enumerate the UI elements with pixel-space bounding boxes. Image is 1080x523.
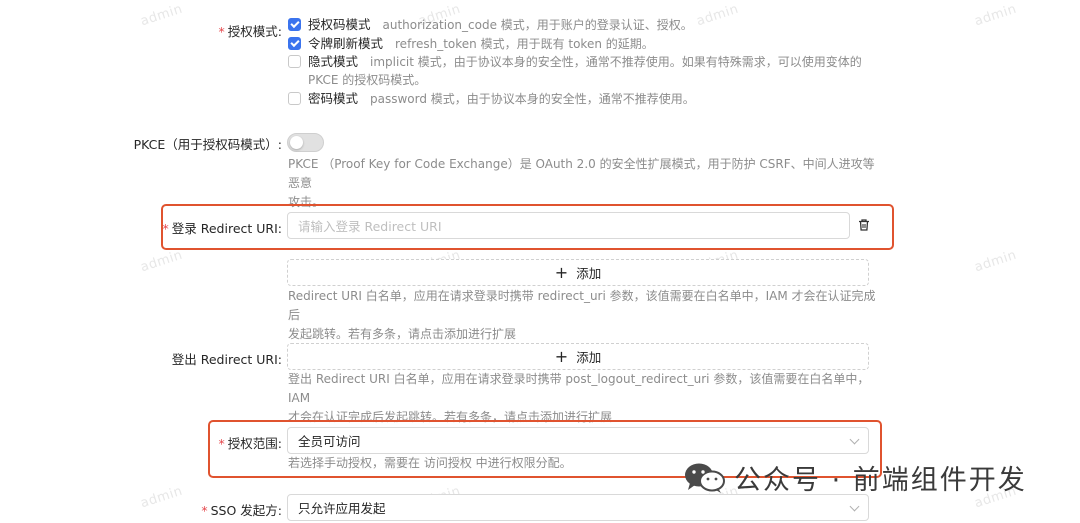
scope-help: 若选择手动授权，需要在 访问授权 中进行权限分配。: [288, 456, 572, 470]
login-redirect-label-text: 登录 Redirect URI:: [171, 221, 282, 236]
required-mark: *: [162, 221, 169, 236]
option-desc: authorization_code 模式，用于账户的登录认证、授权。: [382, 18, 693, 32]
option-desc: refresh_token 模式，用于既有 token 的延期。: [395, 37, 654, 51]
required-mark: *: [218, 24, 225, 39]
chevron-down-icon: [849, 501, 860, 512]
scope-label: * 授权范围:: [219, 433, 282, 452]
watermark: admin: [138, 247, 185, 276]
login-redirect-placeholder: 请输入登录 Redirect URI: [298, 219, 442, 234]
add-label: 添加: [576, 266, 602, 281]
pkce-toggle[interactable]: [287, 133, 324, 152]
trash-icon[interactable]: [857, 218, 871, 232]
implicit-desc-continued: PKCE 的授权码模式。: [308, 73, 427, 87]
pkce-help-line1: PKCE （Proof Key for Code Exchange）是 OAut…: [288, 157, 875, 190]
brand-text: 公众号 · 前端组件开发: [734, 465, 1027, 496]
option-desc: password 模式，由于协议本身的安全性，通常不推荐使用。: [370, 92, 695, 106]
pkce-label: PKCE（用于授权码模式）:: [133, 137, 282, 152]
watermark: admin: [972, 247, 1019, 276]
required-mark: *: [218, 436, 225, 451]
login-redirect-help-line1: Redirect URI 白名单，应用在请求登录时携带 redirect_uri…: [288, 289, 876, 322]
logout-redirect-help: 登出 Redirect URI 白名单，应用在请求登录时携带 post_logo…: [288, 370, 878, 427]
login-redirect-help-line2: 发起跳转。若有多条，请点击添加进行扩展: [288, 327, 517, 341]
grant-mode-label: * 授权模式:: [218, 24, 282, 39]
watermark: admin: [694, 1, 741, 30]
login-redirect-label: * 登录 Redirect URI:: [163, 218, 282, 237]
logout-redirect-help-line1: 登出 Redirect URI 白名单，应用在请求登录时携带 post_logo…: [288, 372, 870, 405]
option-name: 授权码模式: [308, 17, 371, 32]
grant-option-refresh-token[interactable]: 令牌刷新模式 refresh_token 模式，用于既有 token 的延期。: [288, 35, 654, 53]
option-desc: implicit 模式，由于协议本身的安全性，通常不推荐使用。如果有特殊需求，可…: [370, 55, 862, 69]
chevron-down-icon: [849, 434, 860, 445]
option-name: 隐式模式: [308, 54, 359, 69]
grant-option-authorization-code[interactable]: 授权码模式 authorization_code 模式，用于账户的登录认证、授权…: [288, 16, 693, 34]
plus-icon: +: [554, 346, 569, 366]
add-label: 添加: [576, 350, 602, 365]
sso-label: * SSO 发起方:: [201, 500, 282, 519]
grant-option-implicit[interactable]: 隐式模式 implicit 模式，由于协议本身的安全性，通常不推荐使用。如果有特…: [288, 53, 862, 71]
logout-redirect-add-button[interactable]: + 添加: [287, 343, 869, 370]
watermark: admin: [138, 1, 185, 30]
login-redirect-input[interactable]: 请输入登录 Redirect URI: [287, 212, 850, 239]
checkbox-checked[interactable]: [288, 18, 301, 31]
checkbox-unchecked[interactable]: [288, 92, 301, 105]
login-redirect-add-button[interactable]: + 添加: [287, 259, 869, 286]
watermark: admin: [972, 1, 1019, 30]
login-redirect-help: Redirect URI 白名单，应用在请求登录时携带 redirect_uri…: [288, 287, 878, 344]
grant-mode-label-text: 授权模式: [227, 24, 278, 39]
watermark: admin: [138, 483, 185, 512]
grant-option-password[interactable]: 密码模式 password 模式，由于协议本身的安全性，通常不推荐使用。: [288, 90, 695, 108]
scope-select-value: 全员可访问: [298, 434, 361, 449]
sso-label-text: SSO 发起方:: [210, 503, 282, 518]
sso-select-value: 只允许应用发起: [298, 501, 386, 516]
logout-redirect-label: 登出 Redirect URI:: [171, 352, 282, 367]
required-mark: *: [201, 503, 208, 518]
toggle-knob: [290, 136, 303, 149]
scope-select[interactable]: 全员可访问: [287, 427, 869, 454]
option-name: 密码模式: [308, 91, 359, 106]
checkbox-checked[interactable]: [288, 37, 301, 50]
wechat-brand-overlay: 公众号 · 前端组件开发: [684, 458, 1027, 497]
wechat-icon: [685, 463, 725, 493]
option-name: 令牌刷新模式: [308, 36, 384, 51]
app-config-form: admin admin admin admin admin admin admi…: [0, 0, 1080, 523]
plus-icon: +: [554, 262, 569, 282]
sso-select[interactable]: 只允许应用发起: [287, 494, 869, 521]
checkbox-unchecked[interactable]: [288, 55, 301, 68]
scope-label-text: 授权范围:: [227, 436, 282, 451]
